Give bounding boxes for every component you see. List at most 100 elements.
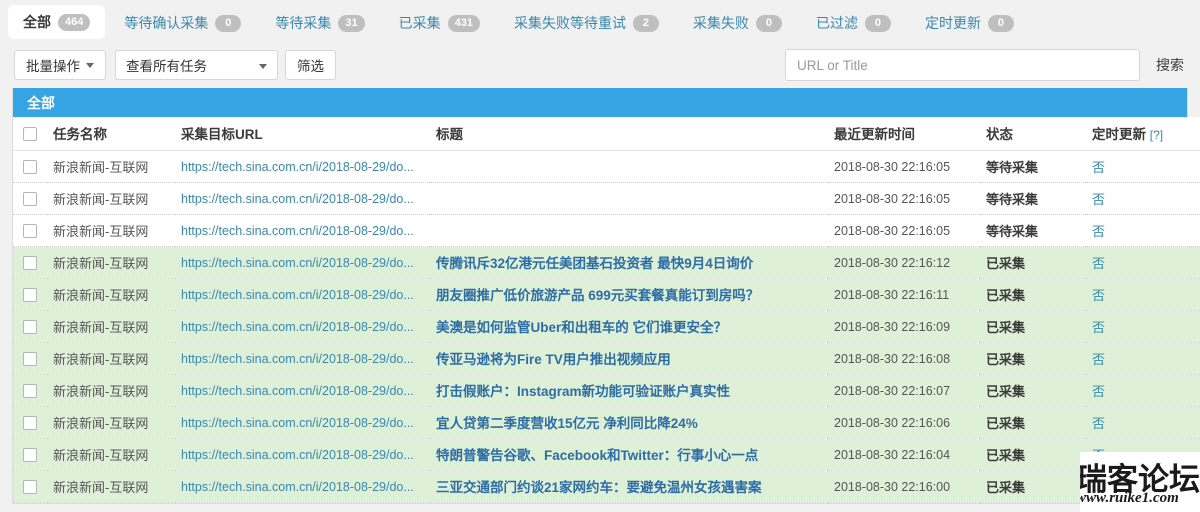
row-checkbox[interactable] <box>23 255 37 270</box>
th-select-all <box>13 117 47 151</box>
search-area: 搜索 <box>785 49 1186 81</box>
table-row[interactable]: 新浪新闻-互联网 https://tech.sina.com.cn/i/2018-… <box>13 406 1200 439</box>
scheduled-update-value[interactable]: 否 <box>1092 448 1105 463</box>
target-url-link-cell: https://tech.sina.com.cn/i/2018-08-29/do… <box>175 278 430 311</box>
scheduled-update-value[interactable]: 否 <box>1092 224 1105 239</box>
status-text-cell: 已采集 <box>980 246 1086 279</box>
task-filter-select[interactable]: 查看所有任务 <box>115 50 278 80</box>
target-url-link[interactable]: https://tech.sina.com.cn/i/2018-08-29/do… <box>181 256 414 270</box>
bulk-actions-label: 批量操作 <box>26 59 80 74</box>
row-checkbox[interactable] <box>23 447 37 462</box>
tab-count-badge: 0 <box>215 14 242 32</box>
last-updated-time: 2018-08-30 22:16:07 <box>834 383 951 398</box>
row-checkbox[interactable] <box>23 191 37 206</box>
article-title-link[interactable]: 宜人贷第二季度营收15亿元 净利同比降24% <box>436 416 698 431</box>
last-updated-time: 2018-08-30 22:16:06 <box>834 415 951 430</box>
table-row[interactable]: 新浪新闻-互联网 https://tech.sina.com.cn/i/2018-… <box>13 150 1200 183</box>
table-row[interactable]: 新浪新闻-互联网 https://tech.sina.com.cn/i/2018-… <box>13 438 1200 471</box>
scheduled-update-value[interactable]: 否 <box>1092 384 1105 399</box>
article-title-link-cell <box>430 182 828 215</box>
row-select-cell <box>13 278 47 311</box>
scheduled-update-value[interactable]: 否 <box>1092 192 1105 207</box>
tab-3[interactable]: 已采集 431 <box>384 4 495 42</box>
table-row[interactable]: 新浪新闻-互联网 https://tech.sina.com.cn/i/2018-… <box>13 278 1200 311</box>
tab-7[interactable]: 定时更新 0 <box>910 4 1029 42</box>
task-name-cell: 新浪新闻-互联网 <box>47 246 175 279</box>
status-text-cell: 等待采集 <box>980 150 1086 183</box>
article-title-link-cell <box>430 150 828 183</box>
row-checkbox[interactable] <box>23 415 37 430</box>
scheduled-update-value[interactable]: 否 <box>1092 288 1105 303</box>
last-updated-time-cell: 2018-08-30 22:16:11 <box>828 278 980 311</box>
task-name-cell: 新浪新闻-互联网 <box>47 278 175 311</box>
scheduled-update-value[interactable]: 否 <box>1092 480 1105 495</box>
tab-2[interactable]: 等待采集 31 <box>260 4 379 42</box>
tab-4[interactable]: 采集失败等待重试 2 <box>499 4 674 42</box>
article-title-link[interactable]: 传亚马逊将为Fire TV用户推出视频应用 <box>436 352 671 367</box>
article-title-link[interactable]: 朋友圈推广低价旅游产品 699元买套餐真能订到房吗？ <box>436 288 759 303</box>
table-row[interactable]: 新浪新闻-互联网 https://tech.sina.com.cn/i/2018-… <box>13 246 1200 279</box>
row-checkbox[interactable] <box>23 479 37 494</box>
scheduled-update-value-cell: 否 <box>1086 182 1200 215</box>
table-row[interactable]: 新浪新闻-互联网 https://tech.sina.com.cn/i/2018-… <box>13 374 1200 407</box>
row-checkbox[interactable] <box>23 287 37 302</box>
target-url-link[interactable]: https://tech.sina.com.cn/i/2018-08-29/do… <box>181 352 414 366</box>
scheduled-update-value[interactable]: 否 <box>1092 256 1105 271</box>
search-input[interactable] <box>785 49 1140 81</box>
row-select-cell <box>13 406 47 439</box>
table-row[interactable]: 新浪新闻-互联网 https://tech.sina.com.cn/i/2018-… <box>13 470 1200 503</box>
row-select-cell <box>13 246 47 279</box>
target-url-link[interactable]: https://tech.sina.com.cn/i/2018-08-29/do… <box>181 448 414 462</box>
article-title-link[interactable]: 打击假账户：Instagram新功能可验证账户真实性 <box>436 384 730 399</box>
table-header: 任务名称 采集目标URL 标题 最近更新时间 状态 定时更新 [?] <box>13 117 1200 151</box>
status-text: 已采集 <box>986 287 1026 303</box>
row-checkbox[interactable] <box>23 319 37 334</box>
panel-heading: 全部 <box>13 88 1187 117</box>
target-url-link[interactable]: https://tech.sina.com.cn/i/2018-08-29/do… <box>181 384 414 398</box>
target-url-link[interactable]: https://tech.sina.com.cn/i/2018-08-29/do… <box>181 192 414 206</box>
status-text: 已采集 <box>986 479 1026 495</box>
target-url-link[interactable]: https://tech.sina.com.cn/i/2018-08-29/do… <box>181 224 414 238</box>
target-url-link[interactable]: https://tech.sina.com.cn/i/2018-08-29/do… <box>181 320 414 334</box>
target-url-link-cell: https://tech.sina.com.cn/i/2018-08-29/do… <box>175 342 430 375</box>
row-checkbox[interactable] <box>23 383 37 398</box>
tab-0[interactable]: 全部 464 <box>8 5 106 39</box>
target-url-link[interactable]: https://tech.sina.com.cn/i/2018-08-29/do… <box>181 288 414 302</box>
article-title-link[interactable]: 美澳是如何监管Uber和出租车的 它们谁更安全？ <box>436 320 727 335</box>
tab-6[interactable]: 已过滤 0 <box>801 4 906 42</box>
tab-1[interactable]: 等待确认采集 0 <box>109 4 256 42</box>
article-title-link[interactable]: 三亚交通部门约谈21家网约车：要避免温州女孩遇害案 <box>436 480 762 495</box>
article-title-link[interactable]: 传腾讯斥32亿港元任美团基石投资者 最快9月4日询价 <box>436 256 753 271</box>
last-updated-time: 2018-08-30 22:16:05 <box>834 159 951 174</box>
tab-5[interactable]: 采集失败 0 <box>678 4 797 42</box>
scheduled-update-value[interactable]: 否 <box>1092 320 1105 335</box>
table-row[interactable]: 新浪新闻-互联网 https://tech.sina.com.cn/i/2018-… <box>13 182 1200 215</box>
filter-button[interactable]: 筛选 <box>285 50 336 80</box>
last-updated-time: 2018-08-30 22:16:08 <box>834 351 951 366</box>
tab-label: 等待采集 <box>275 15 332 31</box>
article-title-link[interactable]: 特朗普警告谷歌、Facebook和Twitter：行事小心一点 <box>436 448 758 463</box>
table-row[interactable]: 新浪新闻-互联网 https://tech.sina.com.cn/i/2018-… <box>13 342 1200 375</box>
help-icon[interactable]: [?] <box>1150 128 1163 142</box>
last-updated-time: 2018-08-30 22:16:04 <box>834 447 951 462</box>
row-checkbox[interactable] <box>23 159 37 174</box>
scheduled-update-value[interactable]: 否 <box>1092 416 1105 431</box>
scheduled-update-value[interactable]: 否 <box>1092 160 1105 175</box>
th-last-updated: 最近更新时间 <box>828 117 980 151</box>
row-checkbox[interactable] <box>23 223 37 238</box>
target-url-link[interactable]: https://tech.sina.com.cn/i/2018-08-29/do… <box>181 416 414 430</box>
search-button[interactable]: 搜索 <box>1156 55 1184 75</box>
table-row[interactable]: 新浪新闻-互联网 https://tech.sina.com.cn/i/2018-… <box>13 214 1200 247</box>
scheduled-update-value[interactable]: 否 <box>1092 352 1105 367</box>
bulk-actions-button[interactable]: 批量操作 <box>14 50 106 80</box>
tab-label: 采集失败 <box>692 15 749 31</box>
target-url-link[interactable]: https://tech.sina.com.cn/i/2018-08-29/do… <box>181 480 414 494</box>
task-name-cell: 新浪新闻-互联网 <box>47 182 175 215</box>
last-updated-time-cell: 2018-08-30 22:16:06 <box>828 406 980 439</box>
select-all-checkbox[interactable] <box>23 126 37 141</box>
last-updated-time-cell: 2018-08-30 22:16:00 <box>828 470 980 503</box>
task-name: 新浪新闻-互联网 <box>53 447 149 463</box>
row-checkbox[interactable] <box>23 351 37 366</box>
target-url-link[interactable]: https://tech.sina.com.cn/i/2018-08-29/do… <box>181 160 414 174</box>
table-row[interactable]: 新浪新闻-互联网 https://tech.sina.com.cn/i/2018-… <box>13 310 1200 343</box>
